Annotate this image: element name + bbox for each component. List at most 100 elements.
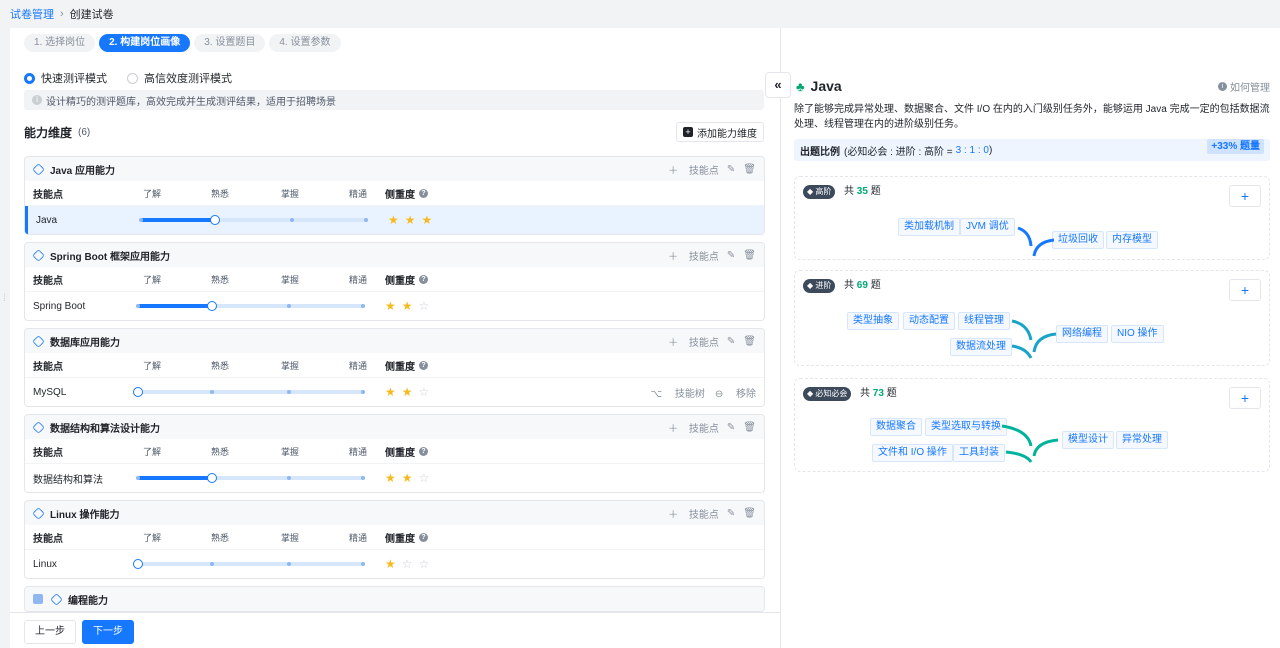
edit-icon[interactable]: ✎ xyxy=(727,250,735,261)
topic-chip[interactable]: 模型设计 xyxy=(1062,431,1114,449)
delete-icon[interactable]: 🗑 xyxy=(743,250,756,261)
level-slider[interactable] xyxy=(133,559,365,569)
add-topic-button[interactable]: + xyxy=(1229,387,1261,409)
collapse-panel-button[interactable]: « xyxy=(765,72,791,98)
delete-icon[interactable]: 🗑 xyxy=(743,336,756,347)
delete-icon[interactable]: 🗑 xyxy=(743,422,756,433)
mode-quick-radio[interactable]: 快速测评模式 xyxy=(24,70,107,86)
edit-icon[interactable]: ✎ xyxy=(727,336,735,347)
star-icon[interactable]: ★ xyxy=(402,385,419,399)
help-icon[interactable]: ? xyxy=(419,188,428,198)
level-slider[interactable] xyxy=(136,473,365,483)
topic-chip[interactable]: 工具封装 xyxy=(953,444,1005,462)
topic-chip[interactable]: 类加载机制 xyxy=(898,218,960,236)
level-tag: ◆ 进阶 xyxy=(803,279,836,293)
skill-row[interactable]: Java ★★★ xyxy=(25,206,764,234)
topic-chip[interactable]: 垃圾回收 xyxy=(1052,231,1104,249)
delete-icon[interactable]: 🗑 xyxy=(743,508,756,519)
importance-rating[interactable]: ★★★ xyxy=(388,213,438,227)
edit-icon[interactable]: ✎ xyxy=(727,508,735,519)
edit-icon[interactable]: ✎ xyxy=(727,164,735,175)
topic-chip[interactable]: 异常处理 xyxy=(1116,431,1168,449)
importance-rating[interactable]: ★★☆ xyxy=(385,385,435,399)
help-icon[interactable]: ? xyxy=(419,274,428,284)
star-icon[interactable]: ★ xyxy=(385,385,402,399)
slider-handle[interactable] xyxy=(207,301,218,311)
help-icon[interactable]: ? xyxy=(419,360,428,370)
level-slider[interactable] xyxy=(136,301,365,311)
topic-chip[interactable]: 数据聚合 xyxy=(870,418,922,436)
star-icon[interactable]: ★ xyxy=(385,299,402,313)
add-skill-button[interactable]: ＋ 技能点 xyxy=(668,506,719,521)
mode-high-validity-radio[interactable]: 高信效度测评模式 xyxy=(127,70,232,86)
star-icon[interactable]: ★ xyxy=(405,213,422,227)
delete-icon[interactable]: 🗑 xyxy=(743,164,756,175)
topic-chip[interactable]: NIO 操作 xyxy=(1111,325,1164,343)
question-volume-badge: +33% 题量 xyxy=(1207,139,1264,154)
hexagon-icon xyxy=(50,592,63,606)
breadcrumb-parent-link[interactable]: 试卷管理 xyxy=(10,6,54,22)
topic-chip[interactable]: 数据流处理 xyxy=(950,338,1012,356)
level-slider[interactable] xyxy=(139,215,368,225)
topic-chip[interactable]: 类型抽象 xyxy=(847,312,899,330)
dimension-card-columns: 技能点 了解 熟悉 掌握 精通 侧重度? xyxy=(25,353,764,378)
skill-row[interactable]: 数据结构和算法 ★★☆ xyxy=(25,464,764,492)
star-icon[interactable]: ★ xyxy=(385,471,402,485)
add-topic-button[interactable]: + xyxy=(1229,279,1261,301)
skill-name: Linux xyxy=(33,558,57,570)
star-icon[interactable]: ☆ xyxy=(419,385,436,399)
topic-chip[interactable]: JVM 调优 xyxy=(960,218,1015,236)
importance-rating[interactable]: ★★☆ xyxy=(385,299,435,313)
topic-chip[interactable]: 动态配置 xyxy=(903,312,955,330)
how-to-manage-link[interactable]: i 如何管理 xyxy=(1218,79,1270,94)
add-skill-button[interactable]: ＋ 技能点 xyxy=(668,162,719,177)
add-topic-button[interactable]: + xyxy=(1229,185,1261,207)
add-skill-button[interactable]: ＋ 技能点 xyxy=(668,334,719,349)
star-icon[interactable]: ☆ xyxy=(419,557,436,571)
star-icon[interactable]: ★ xyxy=(402,299,419,313)
slider-handle[interactable] xyxy=(133,559,143,569)
help-icon[interactable]: ? xyxy=(419,532,428,542)
star-icon[interactable]: ☆ xyxy=(419,299,436,313)
star-icon[interactable]: ★ xyxy=(422,213,439,227)
topic-chip[interactable]: 线程管理 xyxy=(958,312,1010,330)
star-icon[interactable]: ★ xyxy=(388,213,405,227)
step-4[interactable]: 4. 设置参数 xyxy=(269,34,341,52)
add-dimension-button[interactable]: + 添加能力维度 xyxy=(676,122,764,142)
step-1[interactable]: 1. 选择岗位 xyxy=(24,34,96,52)
help-icon[interactable]: ? xyxy=(419,446,428,456)
add-skill-button[interactable]: ＋ 技能点 xyxy=(668,420,719,435)
slider-handle[interactable] xyxy=(207,473,218,483)
star-icon[interactable]: ★ xyxy=(402,471,419,485)
next-step-button[interactable]: 下一步 xyxy=(82,620,134,644)
skill-tree-button[interactable]: ⌥ 技能树 xyxy=(651,389,705,400)
plus-square-icon: + xyxy=(683,127,693,137)
remove-button[interactable]: ⊖ 移除 xyxy=(715,389,756,400)
slider-handle[interactable] xyxy=(210,215,221,225)
prev-step-button[interactable]: 上一步 xyxy=(24,620,76,644)
topic-chip[interactable]: 内存模型 xyxy=(1106,231,1158,249)
star-icon[interactable]: ☆ xyxy=(402,557,419,571)
count-number: 69 xyxy=(856,280,868,291)
importance-label: 侧重度 xyxy=(385,533,415,545)
step-2[interactable]: 2. 构建岗位画像 xyxy=(99,34,191,52)
add-dimension-label: 添加能力维度 xyxy=(697,128,757,140)
drag-handle-icon[interactable]: ⁞ xyxy=(3,294,9,304)
slider-handle[interactable] xyxy=(133,387,143,397)
importance-rating[interactable]: ★★☆ xyxy=(385,471,435,485)
checkbox-icon[interactable] xyxy=(33,594,43,604)
skill-row[interactable]: Spring Boot ★★☆ xyxy=(25,292,764,320)
step-3[interactable]: 3. 设置题目 xyxy=(194,34,266,52)
topic-chip[interactable]: 文件和 I/O 操作 xyxy=(872,444,953,462)
star-icon[interactable]: ★ xyxy=(385,557,402,571)
level-label: 熟悉 xyxy=(211,188,230,199)
skill-row[interactable]: Linux ★☆☆ xyxy=(25,550,764,578)
topic-chip[interactable]: 网络编程 xyxy=(1056,325,1108,343)
topic-chip[interactable]: 类型选取与转换 xyxy=(925,418,1007,436)
add-skill-button[interactable]: ＋ 技能点 xyxy=(668,248,719,263)
importance-rating[interactable]: ★☆☆ xyxy=(385,557,435,571)
level-slider[interactable] xyxy=(133,387,365,397)
skill-row[interactable]: MySQL ★★☆ ⌥ 技能树 ⊖ 移除 xyxy=(25,378,764,406)
edit-icon[interactable]: ✎ xyxy=(727,422,735,433)
star-icon[interactable]: ☆ xyxy=(419,471,436,485)
